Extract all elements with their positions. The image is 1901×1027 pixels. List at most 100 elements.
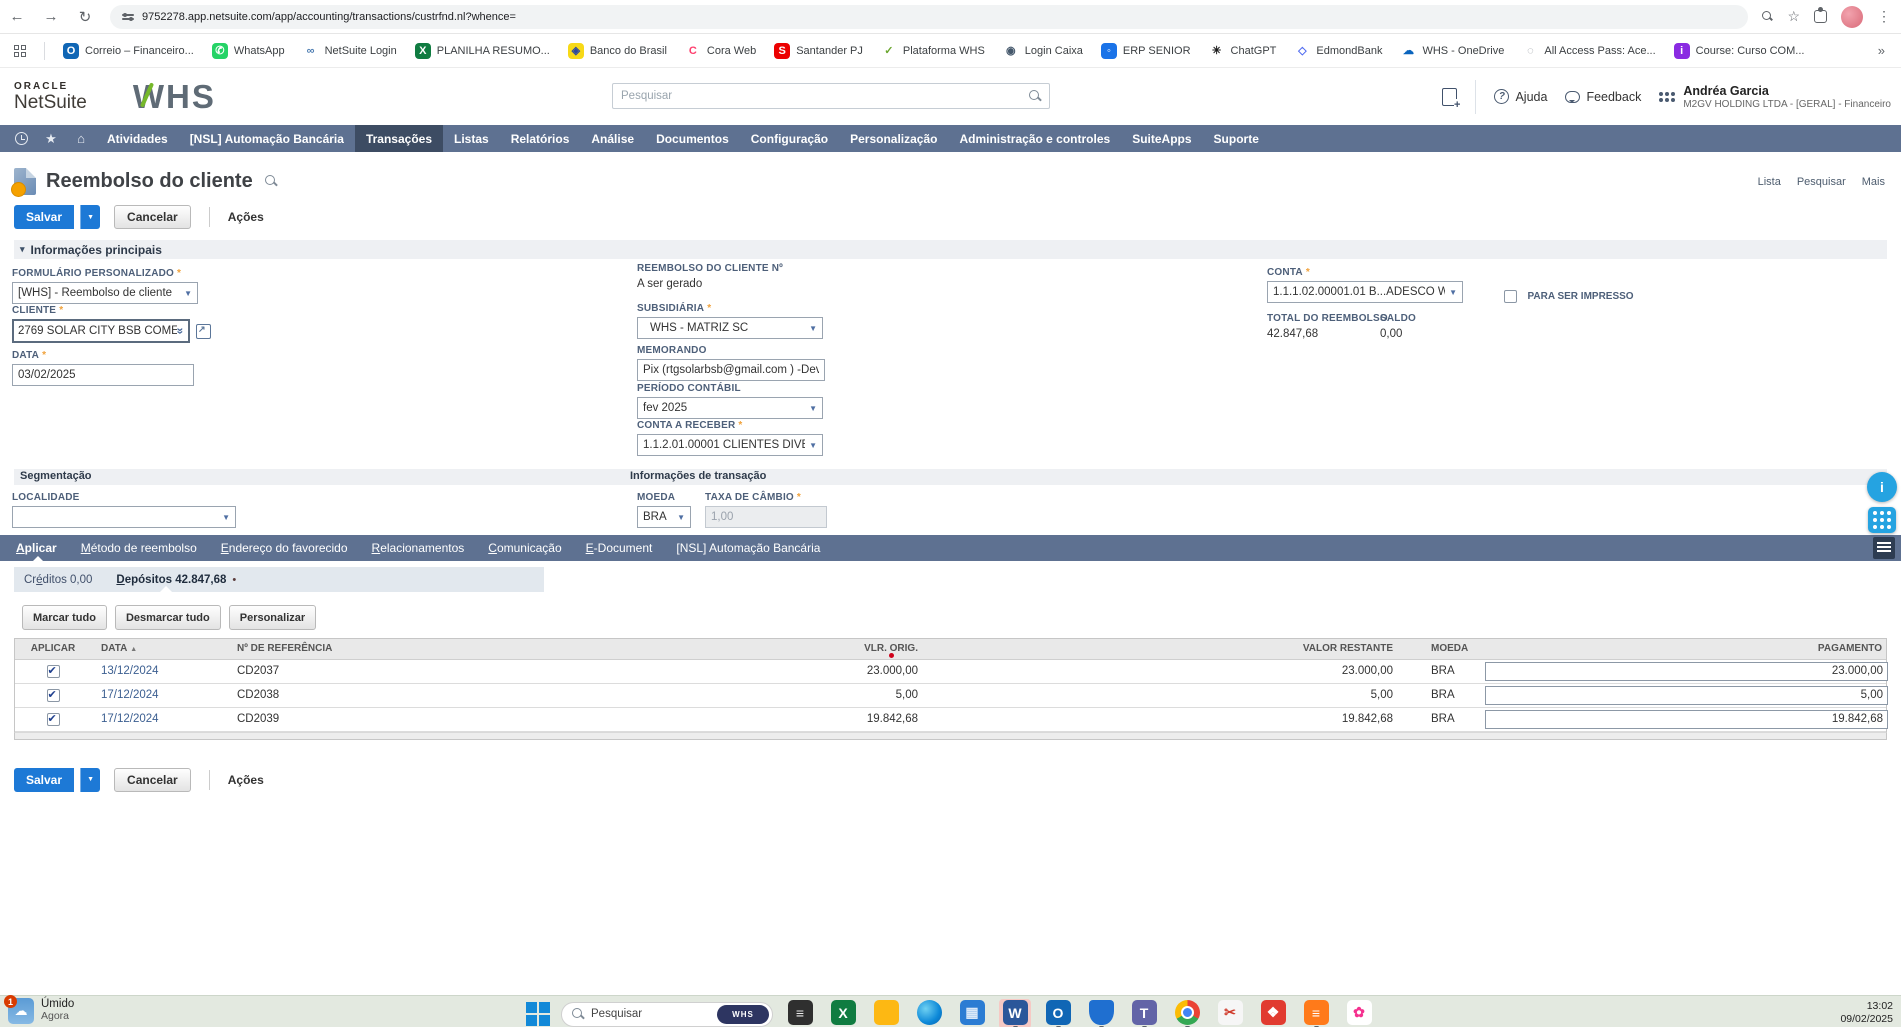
search-icon[interactable]: [1029, 90, 1041, 102]
cancel-button[interactable]: Cancelar: [114, 205, 191, 229]
desmarcar-tudo-button[interactable]: Desmarcar tudo: [115, 605, 221, 630]
apply-checkbox[interactable]: [47, 689, 60, 702]
bookmark-item[interactable]: C Cora Web: [685, 43, 756, 59]
periodo-select[interactable]: fev 2025▼: [637, 397, 823, 419]
bookmark-star-icon[interactable]: ☆: [1787, 8, 1800, 25]
payment-input[interactable]: [1485, 662, 1888, 681]
conta-select[interactable]: 1.1.1.02.00001.01 B...ADESCO WHS - MATRI…: [1267, 281, 1463, 303]
bookmark-item[interactable]: ✓ Plataforma WHS: [881, 43, 985, 59]
taskbar-app-icon[interactable]: [1171, 999, 1203, 1027]
subtab-depositos[interactable]: Depósitos 42.847,68: [116, 574, 226, 586]
nav-item[interactable]: Transações: [355, 125, 443, 152]
list-view-icon[interactable]: [1873, 537, 1895, 559]
date-input[interactable]: [12, 364, 194, 386]
info-widget-icon[interactable]: i: [1867, 472, 1897, 502]
tab-item[interactable]: Endereço do favorecido: [209, 535, 360, 561]
taskbar-app-icon[interactable]: ≡: [1300, 999, 1332, 1027]
taskbar-app-icon[interactable]: X: [827, 999, 859, 1027]
tab-item[interactable]: [NSL] Automação Bancária: [664, 535, 832, 561]
apply-checkbox[interactable]: [47, 665, 60, 678]
bookmark-item[interactable]: ◇ EdmondBank: [1294, 43, 1382, 59]
lista-link[interactable]: Lista: [1758, 176, 1781, 188]
cancel-button[interactable]: Cancelar: [114, 768, 191, 792]
payment-input[interactable]: [1485, 686, 1888, 705]
moeda-select[interactable]: BRA▼: [637, 506, 691, 528]
taskbar-search[interactable]: Pesquisar WHS: [561, 1002, 773, 1027]
date-link[interactable]: 13/12/2024: [101, 665, 159, 677]
personalizar-button[interactable]: Personalizar: [229, 605, 316, 630]
nav-item[interactable]: SuiteApps: [1121, 125, 1202, 152]
col-pagamento[interactable]: PAGAMENTO: [1477, 639, 1886, 659]
taskbar-app-icon[interactable]: ✂: [1214, 999, 1246, 1027]
taskbar-app-icon[interactable]: [1085, 999, 1117, 1027]
bookmark-item[interactable]: ◦ ERP SENIOR: [1101, 43, 1191, 59]
browser-avatar[interactable]: [1841, 6, 1863, 28]
taskbar-app-icon[interactable]: [913, 999, 945, 1027]
tab-item[interactable]: Comunicação: [476, 535, 573, 561]
pesquisar-link[interactable]: Pesquisar: [1797, 176, 1846, 188]
address-bar[interactable]: 9752278.app.netsuite.com/app/accounting/…: [110, 5, 1748, 29]
taskbar-app-icon[interactable]: ✿: [1343, 999, 1375, 1027]
reload-icon[interactable]: ↻: [68, 8, 102, 26]
nav-item[interactable]: Configuração: [740, 125, 839, 152]
back-icon[interactable]: ←: [0, 8, 34, 25]
site-info-icon[interactable]: [122, 12, 134, 22]
nav-item[interactable]: Análise: [580, 125, 645, 152]
apply-checkbox[interactable]: [47, 713, 60, 726]
save-dropdown-icon[interactable]: ▼: [80, 768, 100, 792]
oracle-netsuite-logo[interactable]: ORACLE NetSuite: [14, 82, 87, 112]
actions-menu[interactable]: Ações: [228, 773, 264, 787]
actions-menu[interactable]: Ações: [228, 210, 264, 224]
subtab-creditos[interactable]: Créditos 0,00: [24, 574, 92, 586]
localidade-select[interactable]: ▼: [12, 506, 236, 528]
nav-item[interactable]: Suporte: [1203, 125, 1270, 152]
col-data[interactable]: DATA▲: [91, 639, 227, 659]
bookmark-item[interactable]: ∞ NetSuite Login: [303, 43, 397, 59]
nav-item[interactable]: [NSL] Automação Bancária: [179, 125, 355, 152]
user-menu[interactable]: Andréa Garcia M2GV HOLDING LTDA - [GERAL…: [1659, 84, 1891, 110]
col-valor-restante[interactable]: VALOR RESTANTE: [922, 639, 1397, 659]
extensions-icon[interactable]: [1814, 10, 1827, 23]
title-search-icon[interactable]: [265, 175, 277, 187]
global-search-input[interactable]: Pesquisar: [612, 83, 1050, 109]
bookmark-item[interactable]: ✳ ChatGPT: [1209, 43, 1277, 59]
bookmark-item[interactable]: i Course: Curso COM...: [1674, 43, 1805, 59]
col-vlr-orig[interactable]: VLR. ORIG.: [692, 639, 922, 659]
nav-item[interactable]: Administração e controles: [948, 125, 1121, 152]
home-icon[interactable]: ⌂: [66, 125, 96, 152]
section-main-header[interactable]: ▾ Informações principais: [14, 240, 1887, 259]
apps-grid-icon[interactable]: [14, 45, 26, 57]
browser-menu-icon[interactable]: ⋮: [1877, 8, 1891, 25]
bookmark-item[interactable]: S Santander PJ: [774, 43, 863, 59]
nav-item[interactable]: Atividades: [96, 125, 179, 152]
marcar-tudo-button[interactable]: Marcar tudo: [22, 605, 107, 630]
save-button[interactable]: Salvar: [14, 768, 74, 792]
weather-widget[interactable]: ☁ 1 Úmido Agora: [8, 998, 74, 1024]
tab-item[interactable]: Aplicar: [4, 535, 69, 561]
para-ser-impresso-checkbox[interactable]: [1504, 290, 1517, 303]
create-new-icon[interactable]: [1442, 88, 1457, 106]
windows-start-icon[interactable]: [526, 1002, 550, 1026]
help-link[interactable]: ? Ajuda: [1494, 89, 1547, 104]
bookmark-item[interactable]: ◈ Banco do Brasil: [568, 43, 667, 59]
col-referencia[interactable]: Nº DE REFERÊNCIA: [227, 639, 692, 659]
shortcuts-star-icon[interactable]: ★: [36, 125, 66, 152]
date-link[interactable]: 17/12/2024: [101, 713, 159, 725]
taskbar-app-icon[interactable]: ❖: [1257, 999, 1289, 1027]
save-button[interactable]: Salvar: [14, 205, 74, 229]
memorando-input[interactable]: [637, 359, 825, 381]
taskbar-app-icon[interactable]: W: [999, 999, 1031, 1027]
bookmarks-overflow-icon[interactable]: »: [1878, 43, 1891, 58]
col-aplicar[interactable]: APLICAR: [15, 639, 91, 659]
taskbar-app-icon[interactable]: ≡: [784, 999, 816, 1027]
cliente-input[interactable]: 2769 SOLAR CITY BSB COMERCIO E SERVI »: [12, 319, 190, 343]
custom-form-select[interactable]: [WHS] - Reembolso de cliente▼: [12, 282, 198, 304]
taskbar-clock[interactable]: 13:02 09/02/2025: [1840, 1000, 1893, 1026]
taskbar-app-icon[interactable]: ▦: [956, 999, 988, 1027]
forward-icon[interactable]: →: [34, 8, 68, 25]
feedback-link[interactable]: Feedback: [1565, 90, 1641, 104]
bookmark-item[interactable]: ◌ All Access Pass: Ace...: [1522, 43, 1655, 59]
dialpad-icon[interactable]: [1868, 507, 1896, 533]
tab-item[interactable]: Relacionamentos: [360, 535, 477, 561]
taskbar-app-icon[interactable]: [870, 999, 902, 1027]
